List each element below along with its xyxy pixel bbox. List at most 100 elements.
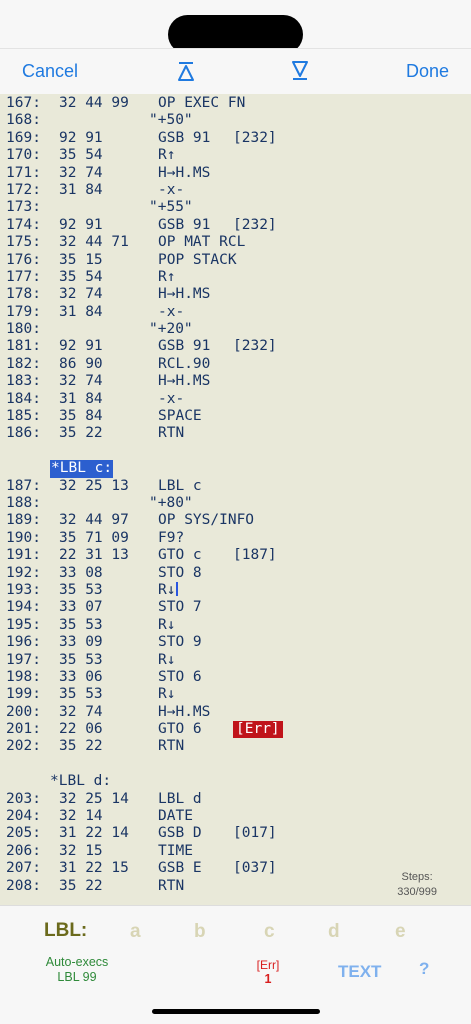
instruction: H→H.MS (158, 164, 211, 181)
key-code: 31 22 14 (59, 825, 129, 842)
key-code: 35 84 (59, 408, 103, 425)
error-jump-button[interactable]: [Err] 1 (248, 958, 288, 986)
navigation-bar: Cancel Done (0, 48, 471, 94)
target-annotation: [037] (233, 860, 277, 877)
lbl-key-e[interactable]: e (395, 921, 406, 943)
line-number: 171: (6, 164, 41, 181)
instruction: GSB 91 (158, 216, 211, 233)
target-annotation: [017] (233, 825, 277, 842)
key-code: 35 71 09 (59, 529, 129, 546)
line-number: 178: (6, 286, 41, 303)
line-number: 172: (6, 181, 41, 198)
line-number: 175: (6, 234, 41, 251)
line-number: 168: (6, 112, 41, 129)
jump-to-top-icon[interactable] (174, 59, 198, 83)
auto-exec-button[interactable]: Auto-execs LBL 99 (28, 955, 126, 985)
key-code: 35 22 (59, 877, 103, 894)
line-number: 187: (6, 477, 41, 494)
line-number: 190: (6, 529, 41, 546)
key-code: 22 06 (59, 721, 103, 738)
key-code: 32 15 (59, 842, 103, 859)
instruction: LBL c (158, 477, 202, 494)
key-code: 32 25 13 (59, 477, 129, 494)
instruction: GSB 91 (158, 129, 211, 146)
line-number: 185: (6, 408, 41, 425)
instruction: -x- (158, 181, 185, 198)
line-number: 202: (6, 738, 41, 755)
key-code: 35 22 (59, 738, 103, 755)
key-code: 32 44 71 (59, 234, 129, 251)
instruction: STO 7 (158, 599, 202, 616)
lbl-key-b[interactable]: b (194, 921, 206, 943)
instruction: R↓ (158, 581, 179, 599)
status-bar (0, 0, 471, 54)
line-number: 179: (6, 303, 41, 320)
line-number: 208: (6, 877, 41, 894)
target-annotation: [232] (233, 216, 277, 233)
lbl-key-a[interactable]: a (130, 921, 141, 943)
lbl-key-c[interactable]: c (264, 921, 275, 943)
line-number: 195: (6, 616, 41, 633)
line-number: 170: (6, 147, 41, 164)
key-code: 33 08 (59, 564, 103, 581)
key-code: 31 84 (59, 181, 103, 198)
error-label: [Err] (256, 958, 280, 972)
line-number: 184: (6, 390, 41, 407)
target-annotation: [232] (233, 338, 277, 355)
error-count: 1 (264, 972, 272, 986)
help-button[interactable]: ? (419, 959, 429, 979)
label-header-text: *LBL d: (50, 773, 112, 790)
instruction: H→H.MS (158, 703, 211, 720)
label-header-text: *LBL c: (50, 460, 114, 478)
line-number: 198: (6, 668, 41, 685)
key-code: 35 54 (59, 268, 103, 285)
instruction: R↓ (158, 616, 176, 633)
program-listing[interactable]: 167: 32 44 99 OP EXEC FN 168: "+50" 169: 92 91… (0, 94, 471, 905)
instruction: F9? (158, 529, 185, 546)
key-code: 32 74 (59, 373, 103, 390)
line-number: 183: (6, 373, 41, 390)
cancel-button[interactable]: Cancel (22, 61, 78, 82)
instruction: STO 6 (158, 668, 202, 685)
text-mode-button[interactable]: TEXT (338, 962, 381, 982)
key-code: 86 90 (59, 355, 103, 372)
auto-exec-target: LBL 99 (57, 970, 97, 984)
line-number: 193: (6, 581, 41, 598)
line-number: 206: (6, 842, 41, 859)
line-number: 194: (6, 599, 41, 616)
line-number: 207: (6, 860, 41, 877)
instruction: R↑ (158, 147, 176, 164)
line-number: 205: (6, 825, 41, 842)
line-number: 204: (6, 808, 41, 825)
done-button[interactable]: Done (406, 61, 449, 82)
key-code: 22 31 13 (59, 547, 129, 564)
key-code: 31 22 15 (59, 860, 129, 877)
key-code: 31 84 (59, 390, 103, 407)
instruction: SPACE (158, 408, 202, 425)
key-code: 32 74 (59, 703, 103, 720)
instruction: -x- (158, 303, 185, 320)
instruction: RTN (158, 738, 185, 755)
line-number: 203: (6, 790, 41, 807)
line-number: 169: (6, 129, 41, 146)
lbl-key-d[interactable]: d (328, 921, 340, 943)
line-number: 173: (6, 199, 41, 216)
target-annotation: [232] (233, 129, 277, 146)
line-number: 180: (6, 321, 41, 338)
instruction: OP MAT RCL (158, 234, 246, 251)
key-code: 32 44 97 (59, 512, 129, 529)
instruction: LBL d (158, 790, 202, 807)
line-number: 181: (6, 338, 41, 355)
key-code: 92 91 (59, 338, 103, 355)
instruction: OP EXEC FN (158, 95, 246, 111)
line-number: 188: (6, 494, 41, 511)
string-literal: "+55" (149, 199, 193, 216)
line-number: 182: (6, 355, 41, 372)
key-code: 35 15 (59, 251, 103, 268)
jump-to-bottom-icon[interactable] (288, 59, 312, 83)
instruction: GSB 91 (158, 338, 211, 355)
key-code: 35 22 (59, 425, 103, 442)
instruction: R↓ (158, 686, 176, 703)
instruction: RCL.90 (158, 355, 211, 372)
key-code: 92 91 (59, 216, 103, 233)
